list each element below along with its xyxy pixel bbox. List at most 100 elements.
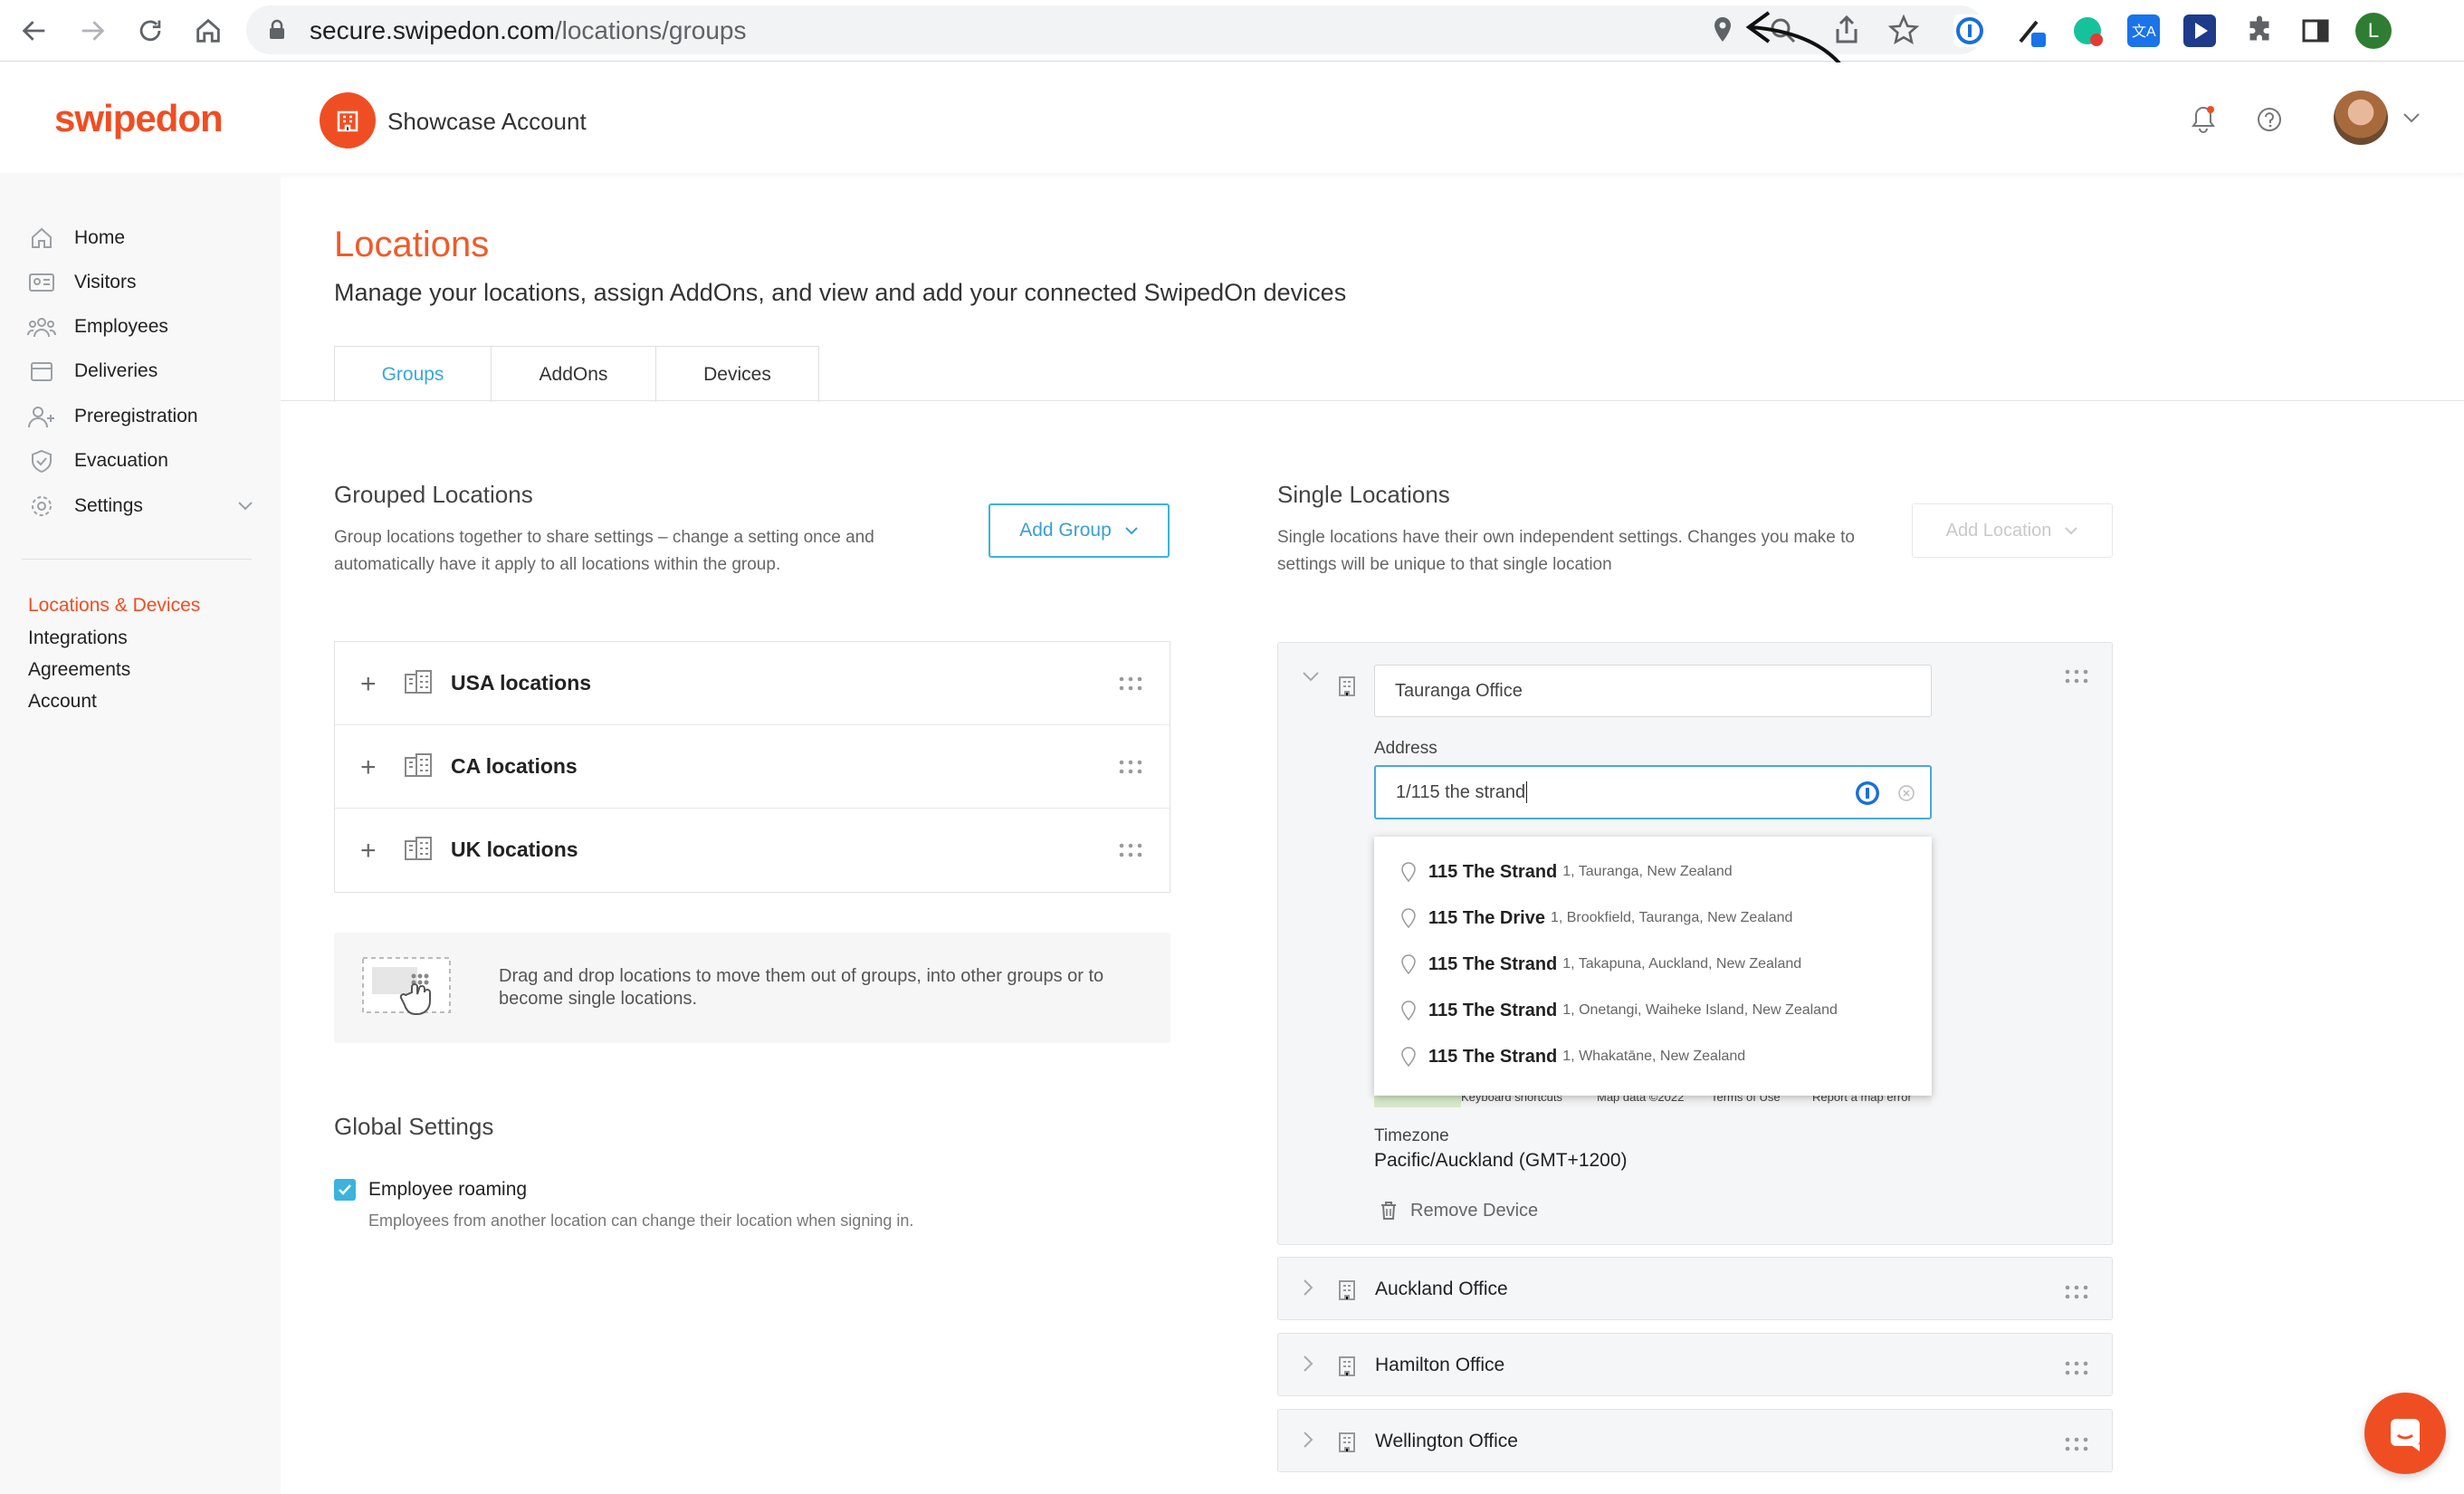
- timezone-label: Timezone: [1374, 1126, 1449, 1145]
- tab-addons[interactable]: AddOns: [491, 346, 656, 402]
- location-pin-icon[interactable]: [1713, 16, 1733, 43]
- timezone-value: Pacific/Auckland (GMT+1200): [1374, 1150, 1628, 1171]
- chat-launcher-button[interactable]: [2364, 1393, 2446, 1474]
- preregistration-icon: [27, 402, 56, 431]
- swipedon-logo[interactable]: swipedon: [54, 97, 224, 140]
- group-name: CA locations: [451, 754, 578, 778]
- building-group-icon: [405, 670, 432, 694]
- trash-icon: [1381, 1202, 1396, 1220]
- bookmark-star-icon[interactable]: [1888, 14, 1919, 45]
- group-row[interactable]: + UK locations: [335, 809, 1170, 892]
- eyedropper-extension-icon[interactable]: [2015, 14, 2048, 47]
- suggestion-item[interactable]: 115 The Drive 1, Brookfield, Tauranga, N…: [1374, 895, 1932, 941]
- tab-groups[interactable]: Groups: [334, 346, 492, 402]
- video-extension-icon[interactable]: [2183, 14, 2216, 47]
- sidebar-item-home[interactable]: Home: [27, 220, 125, 256]
- group-name: UK locations: [451, 838, 578, 861]
- chevron-right-icon[interactable]: [1302, 1278, 1314, 1298]
- translate-extension-icon[interactable]: 文A: [2127, 14, 2160, 47]
- desc-line: Group locations together to share settin…: [334, 528, 874, 547]
- password-manager-field-icon[interactable]: [1854, 780, 1881, 807]
- sidebar-item-deliveries[interactable]: Deliveries: [27, 353, 158, 389]
- chevron-right-icon[interactable]: [1302, 1430, 1314, 1450]
- user-avatar[interactable]: [2334, 91, 2388, 145]
- sidebar-link-integrations[interactable]: Integrations: [28, 627, 128, 649]
- expand-plus-icon[interactable]: +: [360, 836, 377, 867]
- drag-drop-tip: Drag and drop locations to move them out…: [334, 933, 1170, 1043]
- password-manager-icon[interactable]: [1953, 14, 1986, 47]
- building-icon: [1339, 1356, 1355, 1376]
- address-bar[interactable]: secure.swipedon.com/locations/groups: [246, 5, 1984, 54]
- employee-roaming-checkbox[interactable]: [334, 1179, 356, 1201]
- employee-roaming-label[interactable]: Employee roaming: [368, 1179, 527, 1201]
- add-location-button[interactable]: Add Location: [1912, 503, 2113, 558]
- drag-handle-icon[interactable]: [2065, 1437, 2088, 1451]
- back-icon[interactable]: [13, 9, 56, 53]
- suggestion-item[interactable]: 115 The Strand 1, Tauranga, New Zealand: [1374, 849, 1932, 895]
- sidebar-link-locations-devices[interactable]: Locations & Devices: [28, 595, 200, 617]
- sidebar-link-agreements[interactable]: Agreements: [28, 659, 130, 681]
- sidebar-item-settings[interactable]: Settings: [27, 488, 253, 524]
- add-group-button[interactable]: Add Group: [988, 503, 1170, 558]
- tab-devices[interactable]: Devices: [655, 346, 819, 402]
- side-panel-icon[interactable]: [2299, 14, 2332, 47]
- notification-bell-icon[interactable]: [2189, 104, 2218, 135]
- location-row[interactable]: Hamilton Office: [1277, 1333, 2113, 1396]
- chevron-down-icon[interactable]: [1302, 670, 1320, 683]
- drag-handle-icon[interactable]: [1119, 676, 1142, 691]
- grammarly-extension-icon[interactable]: [2071, 14, 2104, 47]
- expand-plus-icon[interactable]: +: [360, 669, 377, 700]
- page-title: Locations: [334, 225, 490, 264]
- expand-plus-icon[interactable]: +: [360, 752, 377, 783]
- help-icon[interactable]: [2256, 106, 2283, 133]
- sidebar-item-visitors[interactable]: Visitors: [27, 264, 136, 301]
- tab-divider: [281, 400, 2464, 401]
- sidebar-item-evacuation[interactable]: Evacuation: [27, 443, 168, 479]
- sidebar-item-label: Settings: [74, 495, 143, 516]
- sidebar-item-label: Employees: [74, 316, 168, 337]
- remove-device-button[interactable]: Remove Device: [1380, 1197, 1538, 1224]
- sidebar-item-label: Evacuation: [74, 450, 168, 471]
- chevron-right-icon[interactable]: [1302, 1354, 1314, 1374]
- grouped-locations-desc: Group locations together to share settin…: [334, 524, 874, 579]
- sidebar-divider: [22, 559, 252, 560]
- profile-avatar[interactable]: L: [2355, 13, 2392, 49]
- address-input[interactable]: 1/115 the strand: [1374, 765, 1932, 819]
- account-badge-icon: [320, 92, 376, 148]
- group-row[interactable]: + USA locations: [335, 642, 1170, 725]
- drag-handle-icon[interactable]: [2065, 1361, 2088, 1375]
- building-icon: [1339, 1280, 1355, 1300]
- drag-handle-icon[interactable]: [1119, 843, 1142, 857]
- extensions-puzzle-icon[interactable]: [2243, 14, 2276, 47]
- forward-icon[interactable]: [71, 9, 114, 53]
- account-name[interactable]: Showcase Account: [387, 108, 587, 136]
- group-name: USA locations: [451, 671, 592, 694]
- page-subtitle: Manage your locations, assign AddOns, an…: [334, 279, 1347, 306]
- location-row[interactable]: Auckland Office: [1277, 1257, 2113, 1320]
- group-row[interactable]: + CA locations: [335, 725, 1170, 809]
- suggestion-item[interactable]: 115 The Strand 1, Takapuna, Auckland, Ne…: [1374, 942, 1932, 987]
- location-name-input[interactable]: Tauranga Office: [1374, 665, 1932, 717]
- sidebar-link-account[interactable]: Account: [28, 691, 97, 713]
- home-browser-icon[interactable]: [186, 9, 230, 53]
- suggestion-item[interactable]: 115 The Strand 1, Whakatāne, New Zealand: [1374, 1034, 1932, 1079]
- reload-icon[interactable]: [129, 9, 172, 53]
- employee-roaming-desc: Employees from another location can chan…: [368, 1211, 914, 1230]
- drag-handle-icon[interactable]: [1119, 760, 1142, 774]
- address-label: Address: [1374, 739, 1437, 758]
- chevron-down-icon[interactable]: [2402, 111, 2421, 124]
- sidebar-item-preregistration[interactable]: Preregistration: [27, 398, 198, 435]
- sidebar-item-employees[interactable]: Employees: [27, 309, 168, 345]
- sidebar-item-label: Visitors: [74, 272, 137, 292]
- drag-handle-icon[interactable]: [2065, 1285, 2088, 1299]
- suggestion-item[interactable]: 115 The Strand 1, Onetangi, Waiheke Isla…: [1374, 988, 1932, 1033]
- clear-input-icon[interactable]: [1897, 784, 1915, 802]
- location-name: Auckland Office: [1375, 1279, 1508, 1299]
- visitors-icon: [27, 268, 56, 297]
- deliveries-icon: [27, 357, 56, 386]
- browser-toolbar: secure.swipedon.com/locations/groups 文A …: [0, 0, 2464, 95]
- drag-handle-icon[interactable]: [2065, 669, 2088, 684]
- remove-device-label: Remove Device: [1410, 1200, 1539, 1221]
- address-suggestions: 115 The Strand 1, Tauranga, New Zealand …: [1374, 837, 1932, 1096]
- location-row[interactable]: Wellington Office: [1277, 1409, 2113, 1472]
